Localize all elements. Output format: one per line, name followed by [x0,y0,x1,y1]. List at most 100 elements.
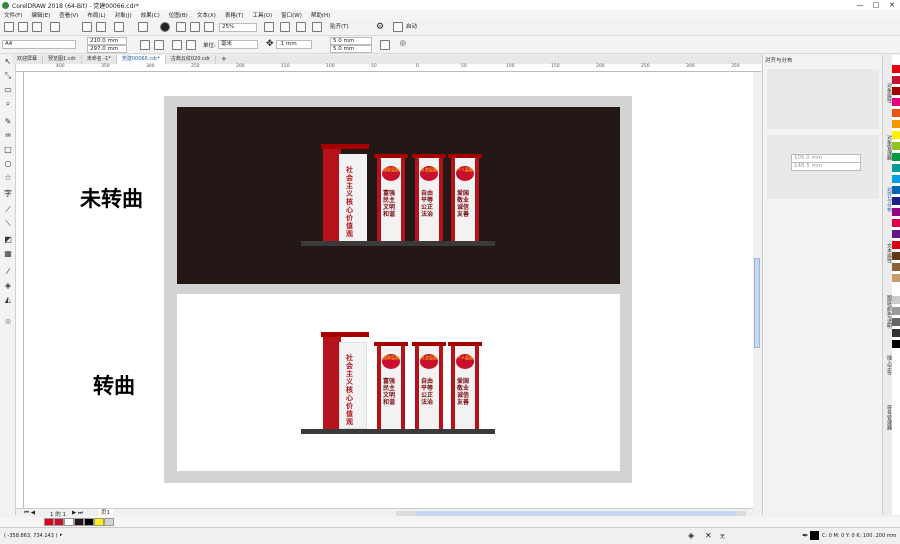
duplicate-y-field[interactable]: 5.0 mm [330,45,372,53]
launch-dropdown[interactable]: 启动 [406,23,417,32]
new-document-icon[interactable] [4,22,14,32]
document-swatch[interactable] [54,518,64,526]
palette-swatch[interactable] [892,76,900,85]
horizontal-scroll-thumb[interactable] [416,511,736,516]
palette-swatch[interactable] [892,98,900,107]
palette-swatch[interactable] [892,208,900,217]
options-gear-icon[interactable]: ⚙ [376,22,384,32]
palette-swatch[interactable] [892,230,900,239]
save-icon[interactable] [32,22,42,32]
menu-tools[interactable]: 工具(O) [253,11,273,19]
drop-shadow-icon[interactable]: ◩ [3,235,13,245]
portrait-icon[interactable] [140,40,150,50]
menu-layout[interactable]: 布局(L) [87,11,105,19]
minimize-button[interactable]: — [852,0,868,10]
menu-edit[interactable]: 编辑(E) [31,11,50,19]
page-height-field[interactable]: 297.0 mm [87,45,127,53]
undo-icon[interactable] [114,22,124,32]
palette-swatch[interactable] [892,109,900,118]
units-select[interactable]: 毫米 [218,40,258,49]
signage-group-unconverted[interactable]: 社会主义核心价值观 国家层面 富强民主文明和谐 社会层面 自由平等公正法治 个人… [301,142,495,248]
publish-pdf-icon[interactable] [204,22,214,32]
document-swatch[interactable] [74,518,84,526]
export-icon[interactable] [190,22,200,32]
shape-tool-icon[interactable]: ⤡ [3,71,13,81]
palette-swatch[interactable] [892,274,900,283]
menu-help[interactable]: 帮助(H) [311,11,330,19]
nudge-distance-field[interactable]: .1 mm [276,40,312,49]
signage-group-converted[interactable]: 社会主义核心价值观 国家层面 富强民主文明和谐 社会层面 自由平等公正法治 个人… [301,330,495,436]
current-page-icon[interactable] [186,40,196,50]
copy-icon[interactable] [82,22,92,32]
align-y-field[interactable]: 148.5 mm [791,162,861,171]
palette-swatch[interactable] [892,340,900,349]
tab-preview1[interactable]: 预览图1.cdr [43,55,82,64]
smart-fill-icon[interactable]: ◭ [3,295,13,305]
close-button[interactable]: ✕ [884,0,900,10]
polygon-tool-icon[interactable]: ☆ [3,173,13,183]
menu-object[interactable]: 对象(J) [115,11,132,19]
palette-swatch[interactable] [892,263,900,272]
treat-as-filled-icon[interactable] [380,40,390,50]
redo-icon[interactable] [138,22,148,32]
palette-swatch[interactable] [892,296,900,305]
maximize-button[interactable]: □ [868,0,884,10]
show-rulers-icon[interactable] [280,22,290,32]
palette-swatch[interactable] [892,120,900,129]
vertical-ruler[interactable] [16,72,24,508]
eyedropper-icon[interactable]: ⁄ [3,267,13,277]
palette-swatch[interactable] [892,329,900,338]
palette-swatch[interactable] [892,285,900,294]
tab-dangjian00066[interactable]: 党建00066.cdr* [116,55,166,64]
show-guidelines-icon[interactable] [312,22,322,32]
palette-swatch[interactable] [892,197,900,206]
horizontal-scrollbar[interactable] [396,511,746,516]
add-tool-icon[interactable]: ⊕ [3,317,13,327]
document-swatch[interactable] [64,518,74,526]
menu-text[interactable]: 文本(X) [197,11,216,19]
landscape-icon[interactable] [154,40,164,50]
palette-swatch[interactable] [892,142,900,151]
duplicate-x-field[interactable]: 5.0 mm [330,37,372,45]
vertical-scrollbar[interactable] [753,72,761,508]
zoom-level-field[interactable]: 25% [219,23,257,32]
palette-swatch[interactable] [892,175,900,184]
document-swatch[interactable] [94,518,104,526]
zoom-tool-icon[interactable]: ⌕ [3,99,13,109]
paper-size-select[interactable]: A4 [2,40,76,49]
interactive-fill-icon[interactable]: ◈ [3,281,13,291]
text-tool-icon[interactable]: 字 [3,189,13,199]
page-nav-arrows[interactable]: ⏮ ◀ [24,510,35,517]
page-tab-1[interactable]: 页1 [98,509,113,517]
ellipse-tool-icon[interactable]: ○ [3,159,13,169]
palette-swatch[interactable] [892,241,900,250]
horizontal-ruler[interactable]: 400 350 300 250 200 150 100 50 0 50 100 … [16,64,761,72]
palette-swatch[interactable] [892,87,900,96]
document-swatch[interactable] [84,518,94,526]
open-icon[interactable] [18,22,28,32]
menu-bitmaps[interactable]: 位图(B) [169,11,188,19]
transparency-icon[interactable]: ▦ [3,249,13,259]
options-plus-icon[interactable]: ⊕ [399,39,407,49]
palette-swatch[interactable] [892,164,900,173]
vertical-scroll-thumb[interactable] [754,258,760,348]
menu-effects[interactable]: 效果(C) [141,11,160,19]
artistic-media-icon[interactable]: ♒ [3,131,13,141]
menu-table[interactable]: 表格(T) [225,11,244,19]
palette-swatch[interactable] [892,219,900,228]
palette-swatch[interactable] [892,186,900,195]
palette-swatch[interactable] [892,252,900,261]
connector-tool-icon[interactable]: ⟍ [3,219,13,229]
document-swatch[interactable] [104,518,114,526]
palette-swatch[interactable] [892,307,900,316]
search-content-icon[interactable] [160,22,170,32]
show-grid-icon[interactable] [296,22,306,32]
parallel-dimension-icon[interactable]: ⟋ [3,205,13,215]
menu-file[interactable]: 文件(F) [4,11,22,19]
document-swatch[interactable] [44,518,54,526]
rectangle-tool-icon[interactable]: □ [3,145,13,155]
print-icon[interactable] [50,22,60,32]
palette-swatch[interactable] [892,131,900,140]
page-nav-forward[interactable]: ▶ ⏭ [72,510,83,517]
all-pages-icon[interactable] [172,40,182,50]
